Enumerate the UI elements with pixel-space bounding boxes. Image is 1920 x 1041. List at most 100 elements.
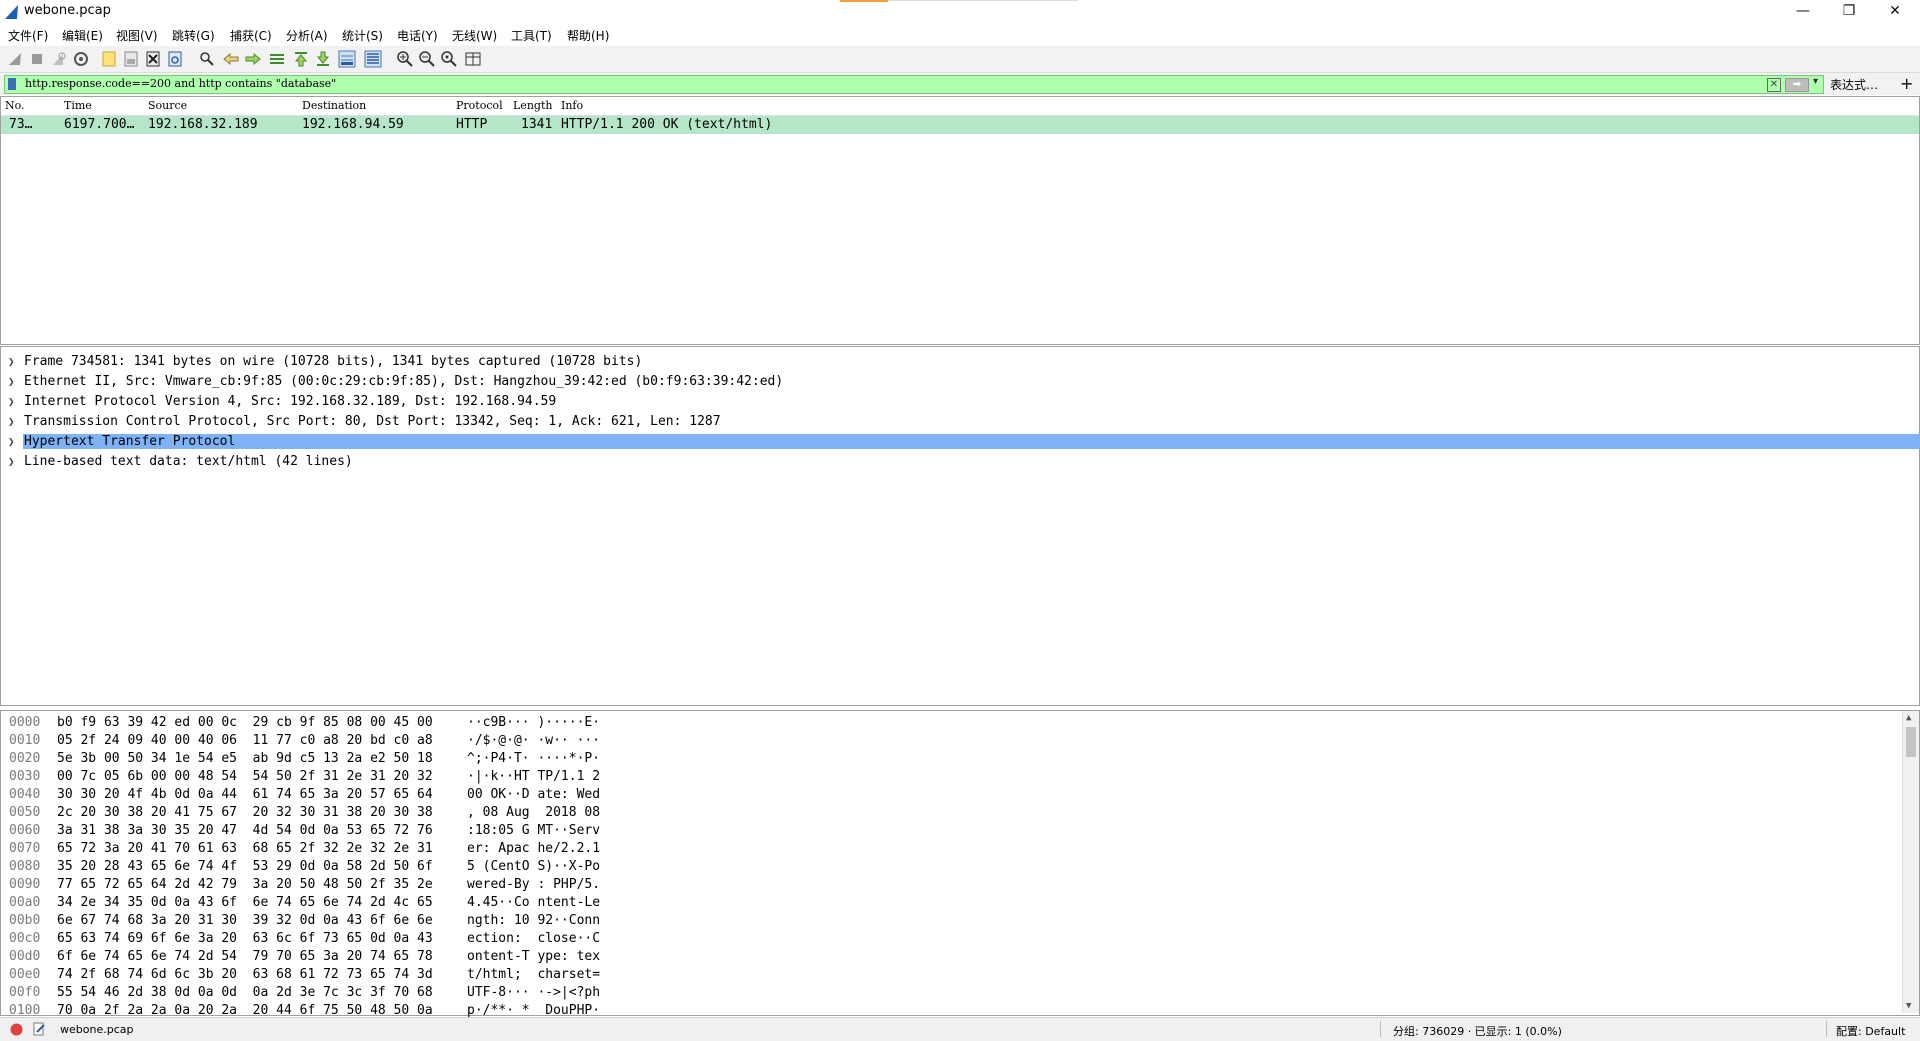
expand-chevron-icon[interactable]: ❯ <box>8 435 15 448</box>
menu-edit[interactable]: 编辑(E) <box>62 27 103 44</box>
byte-ascii[interactable]: ontent-T ype: tex <box>467 949 600 964</box>
scrollbar-thumb[interactable] <box>1906 727 1916 757</box>
expand-chevron-icon[interactable]: ❯ <box>8 375 15 388</box>
byte-hex[interactable]: 70 0a 2f 2a 2a 0a 20 2a 20 44 6f 75 50 4… <box>57 1003 433 1018</box>
maximize-button[interactable]: ❐ <box>1826 0 1872 24</box>
edit-comment-icon[interactable] <box>32 1022 46 1036</box>
stop-capture-icon[interactable] <box>28 50 46 68</box>
close-button[interactable]: ✕ <box>1872 0 1918 24</box>
find-packet-icon[interactable] <box>198 50 216 68</box>
column-header-info[interactable]: Info <box>561 99 583 112</box>
expand-chevron-icon[interactable]: ❯ <box>8 415 15 428</box>
packet-details-pane[interactable]: ❯ Frame 734581: 1341 bytes on wire (1072… <box>0 346 1920 706</box>
menu-statistics[interactable]: 统计(S) <box>342 27 383 44</box>
expand-chevron-icon[interactable]: ❯ <box>8 355 15 368</box>
display-filter-input[interactable]: http.response.code==200 and http contain… <box>4 75 1824 94</box>
byte-hex[interactable]: 74 2f 68 74 6d 6c 3b 20 63 68 61 72 73 6… <box>57 967 433 982</box>
detail-row-ip[interactable]: ❯ Internet Protocol Version 4, Src: 192.… <box>1 393 1919 412</box>
byte-hex[interactable]: 6e 67 74 68 3a 20 31 30 39 32 0d 0a 43 6… <box>57 913 433 928</box>
display-filter-value[interactable]: http.response.code==200 and http contain… <box>25 77 336 90</box>
menu-view[interactable]: 视图(V) <box>116 27 158 44</box>
byte-ascii[interactable]: :18:05 G MT··Serv <box>467 823 600 838</box>
byte-ascii[interactable]: , 08 Aug 2018 08 <box>467 805 600 820</box>
byte-ascii[interactable]: wered-By : PHP/5. <box>467 877 600 892</box>
byte-ascii[interactable]: er: Apac he/2.2.1 <box>467 841 600 856</box>
zoom-in-icon[interactable] <box>396 50 414 68</box>
column-header-protocol[interactable]: Protocol <box>456 99 503 112</box>
clear-filter-icon[interactable]: ✕ <box>1767 78 1781 92</box>
byte-hex[interactable]: 2c 20 30 38 20 41 75 67 20 32 30 31 38 2… <box>57 805 433 820</box>
go-first-icon[interactable] <box>292 50 310 68</box>
status-profile[interactable]: 配置: Default <box>1836 1023 1905 1039</box>
table-row[interactable]: 73… 6197.700… 192.168.32.189 192.168.94.… <box>1 116 1919 134</box>
go-back-icon[interactable] <box>222 50 240 68</box>
byte-ascii[interactable]: ·|·k··HT TP/1.1 2 <box>467 769 600 784</box>
filter-history-dropdown-icon[interactable]: ▾ <box>1813 76 1818 87</box>
byte-hex[interactable]: 77 65 72 65 64 2d 42 79 3a 20 50 48 50 2… <box>57 877 433 892</box>
detail-row-text-data[interactable]: ❯ Line-based text data: text/html (42 li… <box>1 453 1919 472</box>
go-to-packet-icon[interactable] <box>268 50 286 68</box>
zoom-normal-icon[interactable] <box>440 50 458 68</box>
close-file-icon[interactable] <box>144 50 162 68</box>
byte-ascii[interactable]: 5 (CentO S)··X-Po <box>467 859 600 874</box>
open-file-icon[interactable] <box>100 50 118 68</box>
bytes-scrollbar[interactable]: ▲ ▼ <box>1902 711 1919 1013</box>
expression-button[interactable]: 表达式… <box>1830 76 1878 93</box>
byte-hex[interactable]: b0 f9 63 39 42 ed 00 0c 29 cb 9f 85 08 0… <box>57 715 433 730</box>
column-header-length[interactable]: Length <box>513 99 552 112</box>
menu-tools[interactable]: 工具(T) <box>511 27 552 44</box>
packet-list-pane[interactable]: No. Time Source Destination Protocol Len… <box>0 96 1920 345</box>
restart-capture-icon[interactable] <box>50 50 68 68</box>
auto-scroll-icon[interactable] <box>338 50 356 68</box>
reload-file-icon[interactable] <box>166 50 184 68</box>
scroll-up-icon[interactable]: ▲ <box>1906 713 1911 723</box>
capture-options-icon[interactable] <box>72 50 90 68</box>
byte-hex[interactable]: 00 7c 05 6b 00 00 48 54 54 50 2f 31 2e 3… <box>57 769 433 784</box>
expand-chevron-icon[interactable]: ❯ <box>8 455 15 468</box>
menu-wireless[interactable]: 无线(W) <box>452 27 497 44</box>
menu-analyze[interactable]: 分析(A) <box>286 27 328 44</box>
byte-hex[interactable]: 30 30 20 4f 4b 0d 0a 44 61 74 65 3a 20 5… <box>57 787 433 802</box>
apply-filter-icon[interactable]: ➡ <box>1785 78 1809 92</box>
column-header-no[interactable]: No. <box>5 99 25 112</box>
go-forward-icon[interactable] <box>244 50 262 68</box>
byte-hex[interactable]: 5e 3b 00 50 34 1e 54 e5 ab 9d c5 13 2a e… <box>57 751 433 766</box>
start-capture-icon[interactable] <box>6 50 24 68</box>
minimize-button[interactable]: — <box>1780 0 1826 24</box>
byte-ascii[interactable]: ··c9B··· )·····E· <box>467 715 600 730</box>
byte-hex[interactable]: 6f 6e 74 65 6e 74 2d 54 79 70 65 3a 20 7… <box>57 949 433 964</box>
byte-hex[interactable]: 05 2f 24 09 40 00 40 06 11 77 c0 a8 20 b… <box>57 733 433 748</box>
expert-info-icon[interactable] <box>10 1023 23 1036</box>
menu-help[interactable]: 帮助(H) <box>567 27 609 44</box>
detail-row-http[interactable]: ❯ Hypertext Transfer Protocol <box>1 433 1920 452</box>
byte-ascii[interactable]: ngth: 10 92··Conn <box>467 913 600 928</box>
byte-ascii[interactable]: 00 OK··D ate: Wed <box>467 787 600 802</box>
byte-hex[interactable]: 3a 31 38 3a 30 35 20 47 4d 54 0d 0a 53 6… <box>57 823 433 838</box>
byte-ascii[interactable]: UTF-8··· ·->|<?ph <box>467 985 600 1000</box>
menu-telephony[interactable]: 电话(Y) <box>397 27 438 44</box>
column-header-destination[interactable]: Destination <box>302 99 366 112</box>
resize-columns-icon[interactable] <box>464 50 482 68</box>
column-header-time[interactable]: Time <box>64 99 92 112</box>
byte-hex[interactable]: 65 72 3a 20 41 70 61 63 68 65 2f 32 2e 3… <box>57 841 433 856</box>
byte-hex[interactable]: 55 54 46 2d 38 0d 0a 0d 0a 2d 3e 7c 3c 3… <box>57 985 433 1000</box>
column-header-source[interactable]: Source <box>148 99 187 112</box>
byte-ascii[interactable]: ·/$·@·@· ·w·· ··· <box>467 733 600 748</box>
detail-row-ethernet[interactable]: ❯ Ethernet II, Src: Vmware_cb:9f:85 (00:… <box>1 373 1919 392</box>
detail-row-frame[interactable]: ❯ Frame 734581: 1341 bytes on wire (1072… <box>1 353 1919 372</box>
byte-hex[interactable]: 65 63 74 69 6f 6e 3a 20 63 6c 6f 73 65 0… <box>57 931 433 946</box>
byte-ascii[interactable]: ^;·P4·T· ····*·P· <box>467 751 600 766</box>
colorize-icon[interactable] <box>364 50 382 68</box>
menu-file[interactable]: 文件(F) <box>8 27 48 44</box>
packet-bytes-pane[interactable]: 0000 b0 f9 63 39 42 ed 00 0c 29 cb 9f 85 … <box>0 710 1920 1018</box>
scroll-down-icon[interactable]: ▼ <box>1906 1001 1911 1011</box>
byte-ascii[interactable]: ection: close··C <box>467 931 600 946</box>
byte-hex[interactable]: 35 20 28 43 65 6e 74 4f 53 29 0d 0a 58 2… <box>57 859 433 874</box>
byte-ascii[interactable]: p·/**· * DouPHP· <box>467 1003 600 1018</box>
zoom-out-icon[interactable] <box>418 50 436 68</box>
menu-capture[interactable]: 捕获(C) <box>230 27 272 44</box>
expand-chevron-icon[interactable]: ❯ <box>8 395 15 408</box>
save-file-icon[interactable] <box>122 50 140 68</box>
detail-row-tcp[interactable]: ❯ Transmission Control Protocol, Src Por… <box>1 413 1919 432</box>
byte-ascii[interactable]: t/html; charset= <box>467 967 600 982</box>
